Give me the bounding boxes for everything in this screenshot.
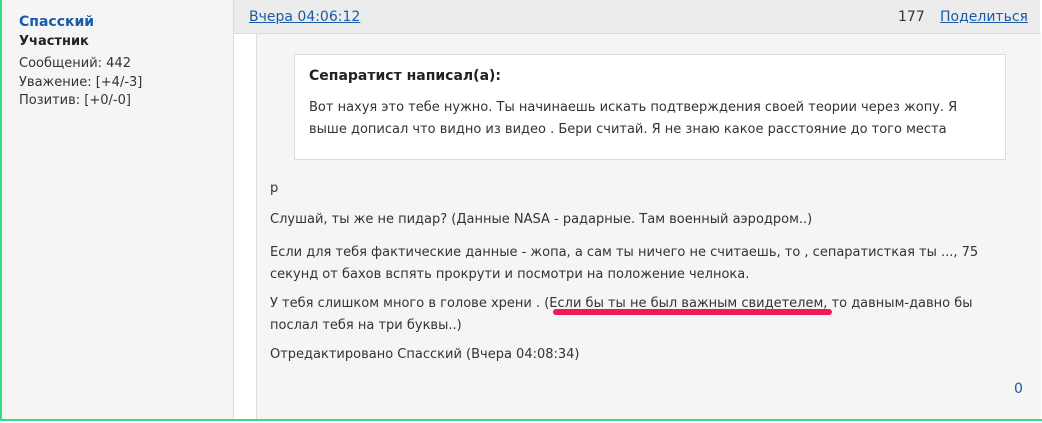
highlight-underline-mark [553, 309, 832, 315]
post-paragraph: Если для тебя фактические данные - жопа,… [270, 245, 979, 282]
quote-block: Сепаратист написал(а): Вот нахуя это теб… [294, 54, 1006, 160]
share-link[interactable]: Поделиться [940, 9, 1028, 25]
quote-text: Вот нахуя это тебе нужно. Ты начинаешь и… [309, 100, 958, 137]
post-paragraph: Слушай, ты же не пидар? (Данные NASA - р… [270, 212, 813, 227]
post-paragraph: р [270, 181, 279, 196]
edited-note: Отредактировано Спасский (Вчера 04:08:34… [270, 347, 580, 362]
post-paragraph: У тебя слишком много в голове хрени . (Е… [270, 296, 973, 333]
author-sidebar: Спасский Участник Сообщений: 442 Уважени… [2, 0, 234, 419]
author-stat-positive: Позитив: [+0/-0] [19, 93, 131, 108]
post-body: Сепаратист написал(а): Вот нахуя это теб… [256, 34, 1041, 419]
author-stat-posts: Сообщений: 442 [19, 56, 131, 71]
post-header: Вчера 04:06:12 177 Поделиться [234, 0, 1040, 34]
author-stat-respect: Уважение: [+4/-3] [19, 75, 143, 90]
quote-title: Сепаратист написал(а): [309, 68, 502, 84]
author-role: Участник [19, 34, 89, 49]
post-main: Вчера 04:06:12 177 Поделиться Сепаратист… [234, 0, 1041, 419]
post-number: 177 [898, 9, 925, 25]
author-name-link[interactable]: Спасский [19, 14, 94, 30]
like-count[interactable]: 0 [1014, 381, 1023, 397]
post-date-link[interactable]: Вчера 04:06:12 [249, 9, 360, 25]
